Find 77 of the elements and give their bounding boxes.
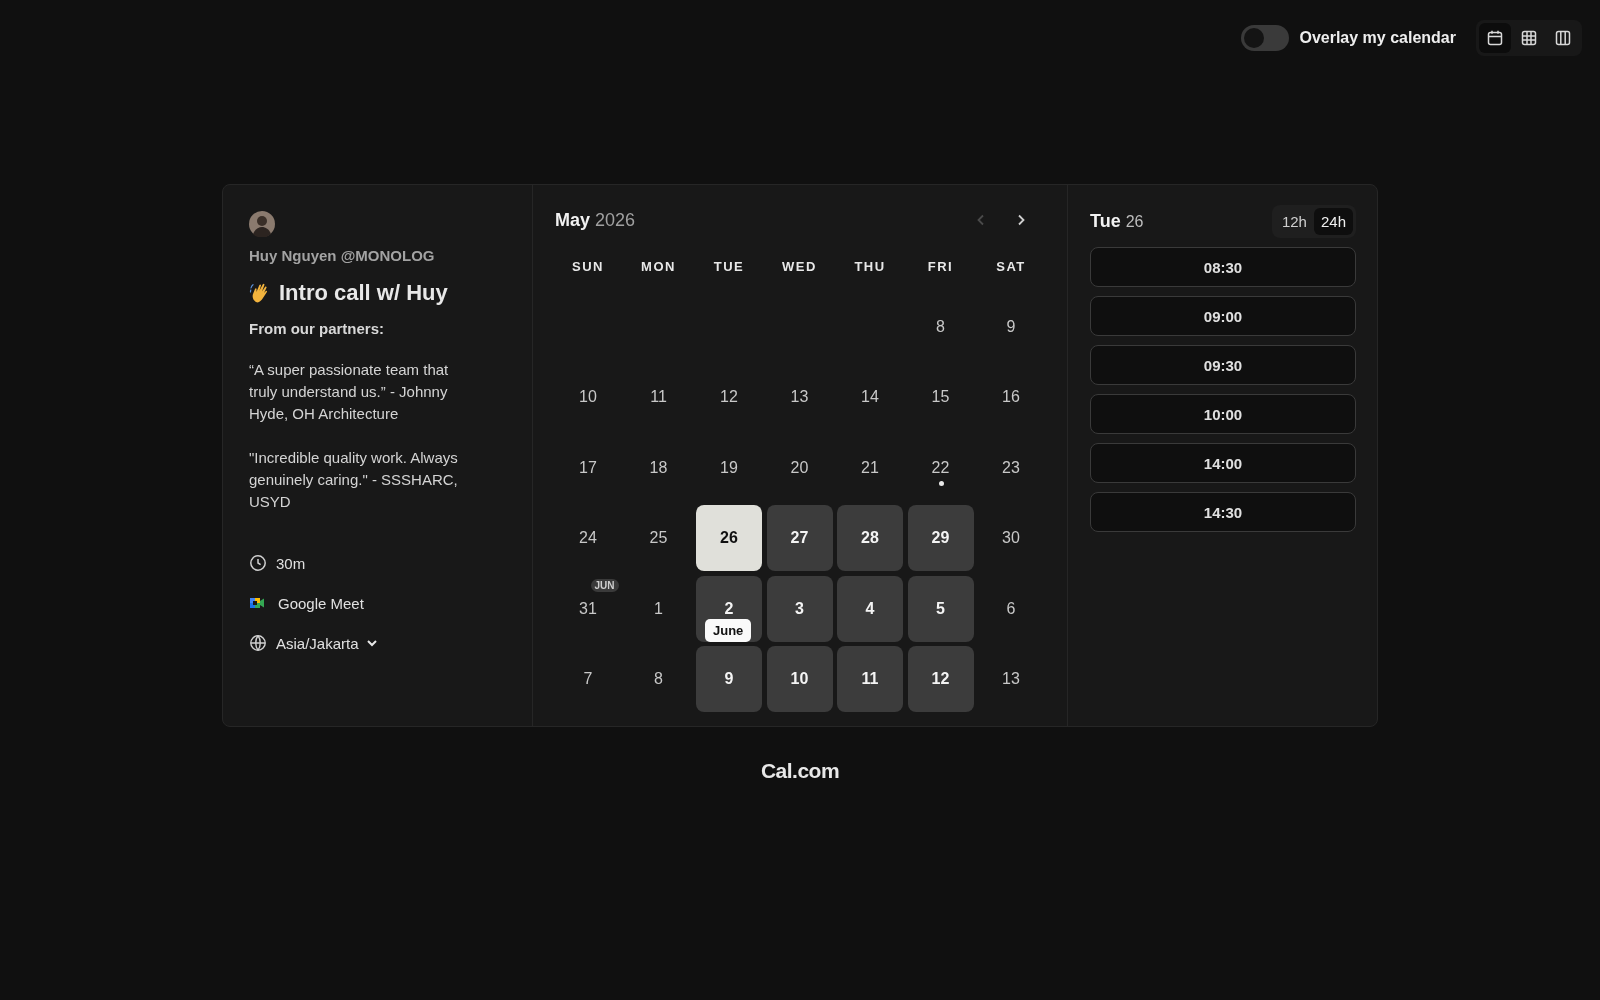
month-badge: JUN <box>590 578 619 592</box>
unavailable-date: 9 <box>1006 317 1016 336</box>
description-heading: From our partners: <box>249 320 384 337</box>
host-name: Huy Nguyen @MONOLOG <box>249 247 435 264</box>
available-date[interactable]: 12 <box>907 646 974 712</box>
available-date[interactable]: 11 <box>837 646 903 712</box>
overlay-toggle[interactable] <box>1241 25 1290 51</box>
unavailable-date: 22 <box>931 458 950 477</box>
month-tooltip: June <box>705 618 752 642</box>
time-slot-button[interactable]: 09:00 <box>1090 296 1356 336</box>
unavailable-date: 19 <box>720 458 738 477</box>
event-title: Intro call w/ Huy <box>279 280 448 306</box>
today-dot <box>938 480 944 486</box>
testimonial: “A super passionate team that truly understand us.” - Johnny Hyde, OH Architecture <box>249 360 450 424</box>
timezone-select[interactable]: Asia/Jakarta <box>276 634 379 652</box>
clock-icon <box>249 554 267 572</box>
unavailable-date: 23 <box>1002 458 1020 477</box>
avatar <box>249 211 275 237</box>
weekday-label: TUE <box>712 259 746 276</box>
weekday-label: SAT <box>995 259 1027 276</box>
unavailable-date: 13 <box>1002 670 1020 688</box>
unavailable-date: 14 <box>861 388 879 406</box>
unavailable-date: 11 <box>650 388 667 406</box>
month-label: May <box>555 209 590 230</box>
unavailable-date: 31 <box>579 599 597 618</box>
unavailable-date: 6 <box>1006 599 1016 618</box>
time-slot-button[interactable]: 14:00 <box>1090 443 1356 483</box>
year-label: 2026 <box>595 209 636 230</box>
unavailable-date: 25 <box>649 529 668 547</box>
grid-icon <box>1520 29 1538 47</box>
time-format-option[interactable]: 12h <box>1274 207 1314 235</box>
available-date[interactable]: 27 <box>766 505 833 571</box>
available-date[interactable]: 3 <box>766 575 833 642</box>
month-view-button[interactable] <box>1479 23 1511 53</box>
testimonial: "Incredible quality work. Always genuinely caring." - SSSHARC, USYD <box>249 448 459 512</box>
unavailable-date: 20 <box>790 458 809 477</box>
available-date[interactable]: 28 <box>837 505 903 571</box>
unavailable-date: 7 <box>583 670 593 688</box>
unavailable-date: 12 <box>720 388 738 406</box>
unavailable-date: 15 <box>931 388 950 406</box>
duration-text: 30m <box>276 554 306 572</box>
unavailable-date: 16 <box>1002 388 1020 406</box>
available-date[interactable]: 29 <box>907 505 974 571</box>
available-date[interactable]: 10 <box>766 646 833 712</box>
time-slot-button[interactable]: 09:30 <box>1090 345 1356 385</box>
time-slot-button[interactable]: 10:00 <box>1090 394 1356 434</box>
location-text: Google Meet <box>278 594 364 612</box>
weekday-label: WED <box>781 259 818 276</box>
unavailable-date: 8 <box>936 317 945 336</box>
selected-date[interactable]: 26 <box>696 505 762 571</box>
available-date[interactable]: 9 <box>696 646 762 712</box>
video-camera-icon <box>249 596 265 610</box>
unavailable-date: 17 <box>579 458 597 477</box>
unavailable-date: 10 <box>579 388 597 406</box>
selected-weekday: Tue <box>1090 210 1121 231</box>
columns-icon <box>1554 29 1572 47</box>
unavailable-date: 18 <box>649 458 668 477</box>
available-date[interactable]: 5 <box>907 575 974 642</box>
brand-logo: Cal.com <box>760 759 840 782</box>
time-format-option[interactable]: 24h <box>1313 207 1353 235</box>
globe-icon <box>249 634 267 652</box>
selected-day-number: 26 <box>1125 212 1144 230</box>
weekday-label: FRI <box>926 259 955 276</box>
unavailable-date: 13 <box>790 388 809 406</box>
unavailable-date: 8 <box>654 670 663 688</box>
weekday-label: MON <box>640 259 677 276</box>
unavailable-date: 21 <box>861 458 879 477</box>
unavailable-date: 30 <box>1002 529 1020 547</box>
unavailable-date: 1 <box>654 599 663 618</box>
weekday-label: SUN <box>571 259 605 276</box>
calendar-icon <box>1486 29 1504 47</box>
time-slot-button[interactable]: 14:30 <box>1090 492 1356 532</box>
time-slot-button[interactable]: 08:30 <box>1090 247 1356 287</box>
available-date[interactable]: 4 <box>837 575 903 642</box>
weekday-label: THU <box>853 259 887 276</box>
toggle-label: Overlay my calendar <box>1299 29 1456 47</box>
unavailable-date: 24 <box>579 529 597 547</box>
